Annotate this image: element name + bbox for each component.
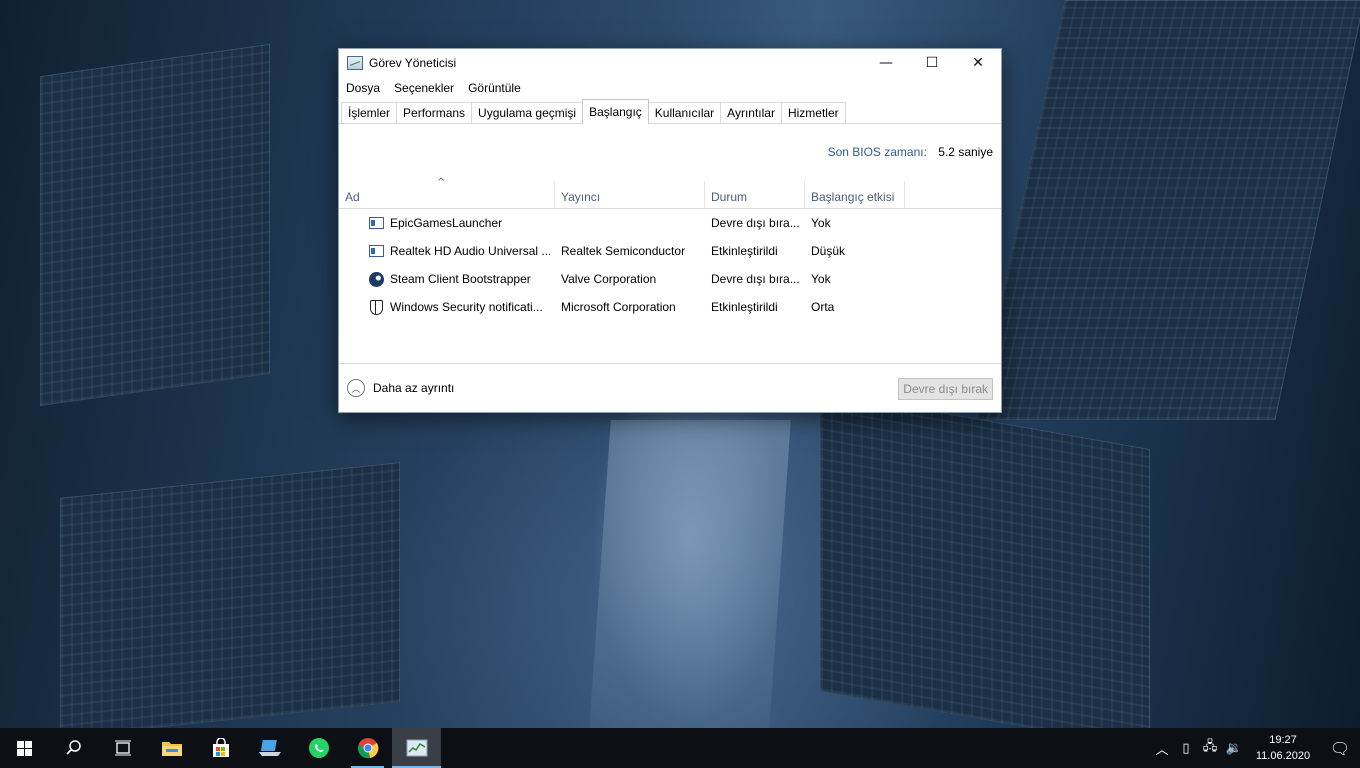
column-publisher[interactable]: Yayıncı bbox=[555, 181, 705, 209]
column-header-row: ^ Ad Yayıncı Durum Başlangıç etkisi bbox=[339, 177, 1001, 209]
file-explorer-button[interactable] bbox=[147, 728, 196, 768]
row-status: Etkinleştirildi bbox=[711, 244, 778, 258]
search-icon bbox=[65, 740, 81, 755]
row-name: Windows Security notificati... bbox=[390, 300, 543, 314]
bios-time-value: 5.2 saniye bbox=[938, 145, 993, 159]
row-publisher: Realtek Semiconductor bbox=[561, 244, 686, 258]
menu-file[interactable]: Dosya bbox=[339, 81, 387, 95]
tab-services[interactable]: Hizmetler bbox=[780, 102, 846, 123]
whatsapp-button[interactable] bbox=[294, 728, 343, 768]
steam-icon bbox=[368, 271, 384, 287]
task-view-icon bbox=[114, 740, 131, 756]
row-name: Steam Client Bootstrapper bbox=[390, 272, 531, 286]
app-window-icon bbox=[368, 215, 384, 231]
fewer-details-label: Daha az ayrıntı bbox=[373, 381, 455, 395]
bios-time: Son BIOS zamanı: 5.2 saniye bbox=[828, 145, 993, 159]
microsoft-store-icon bbox=[212, 738, 229, 757]
start-button[interactable] bbox=[0, 728, 49, 768]
tablet-icon[interactable]: ▯ bbox=[1174, 741, 1198, 756]
volume-icon[interactable]: 🔉 bbox=[1222, 741, 1246, 756]
table-row[interactable]: Realtek HD Audio Universal ... Realtek S… bbox=[339, 237, 1001, 265]
shield-icon bbox=[368, 299, 384, 315]
tab-app-history[interactable]: Uygulama geçmişi bbox=[471, 102, 584, 123]
column-startup-impact[interactable]: Başlangıç etkisi bbox=[805, 181, 905, 209]
task-manager-window: Görev Yöneticisi — ☐ ✕ Dosya Seçenekler … bbox=[338, 48, 1002, 413]
maximize-button[interactable]: ☐ bbox=[909, 49, 955, 77]
row-status: Devre dışı bıra... bbox=[711, 272, 800, 286]
laptop-icon bbox=[258, 740, 281, 756]
row-status: Etkinleştirildi bbox=[711, 300, 778, 314]
tab-processes[interactable]: İşlemler bbox=[341, 102, 398, 123]
tab-strip: İşlemler Performans Uygulama geçmişi Baş… bbox=[339, 99, 1001, 124]
startup-list: EpicGamesLauncher Devre dışı bıra... Yok… bbox=[339, 209, 1001, 321]
tab-users[interactable]: Kullanıcılar bbox=[647, 102, 722, 123]
chevron-up-icon[interactable]: ︿ bbox=[1150, 739, 1174, 758]
row-impact: Yok bbox=[811, 216, 831, 230]
minimize-button[interactable]: — bbox=[863, 49, 909, 77]
clock[interactable]: 19:27 11.06.2020 bbox=[1246, 732, 1320, 764]
row-impact: Düşük bbox=[811, 244, 846, 258]
notification-icon[interactable]: 🗨 bbox=[1320, 739, 1360, 758]
menu-view[interactable]: Görüntüle bbox=[461, 81, 528, 95]
network-icon[interactable]: 🖧 bbox=[1198, 737, 1222, 759]
wallpaper-street bbox=[589, 420, 791, 730]
task-view-button[interactable] bbox=[98, 728, 147, 768]
laptop-app-button[interactable] bbox=[245, 728, 294, 768]
row-impact: Orta bbox=[811, 300, 835, 314]
footer-bar: ︿ Daha az ayrıntı Devre dışı bırak bbox=[339, 363, 1001, 412]
tab-details[interactable]: Ayrıntılar bbox=[720, 102, 782, 123]
store-button[interactable] bbox=[196, 728, 245, 768]
row-publisher: Microsoft Corporation bbox=[561, 300, 676, 314]
bios-time-label: Son BIOS zamanı: bbox=[827, 145, 927, 159]
row-name: EpicGamesLauncher bbox=[390, 216, 503, 230]
disable-button[interactable]: Devre dışı bırak bbox=[898, 378, 993, 400]
menu-options[interactable]: Seçenekler bbox=[387, 81, 461, 95]
table-row[interactable]: Steam Client Bootstrapper Valve Corporat… bbox=[339, 265, 1001, 293]
window-title: Görev Yöneticisi bbox=[369, 56, 457, 70]
chrome-icon bbox=[357, 738, 378, 759]
clock-time: 19:27 bbox=[1269, 734, 1297, 746]
row-publisher: Valve Corporation bbox=[561, 272, 657, 286]
chevron-up-icon: ︿ bbox=[347, 379, 365, 397]
menu-bar: Dosya Seçenekler Görüntüle bbox=[339, 77, 1001, 99]
windows-logo-icon bbox=[17, 740, 32, 756]
row-impact: Yok bbox=[811, 272, 831, 286]
file-explorer-icon bbox=[161, 742, 182, 756]
taskbar: ︿ ▯ 🖧 🔉 19:27 11.06.2020 🗨 bbox=[0, 728, 1360, 768]
title-bar[interactable]: Görev Yöneticisi — ☐ ✕ bbox=[339, 49, 1001, 77]
task-manager-taskbar-button[interactable] bbox=[392, 728, 441, 768]
column-status[interactable]: Durum bbox=[705, 181, 805, 209]
task-manager-icon bbox=[406, 739, 427, 757]
wallpaper-building bbox=[60, 462, 400, 738]
app-window-icon bbox=[368, 243, 384, 259]
row-status: Devre dışı bıra... bbox=[711, 216, 800, 230]
column-name[interactable]: Ad bbox=[339, 181, 555, 209]
row-name: Realtek HD Audio Universal ... bbox=[390, 244, 550, 258]
wallpaper-building bbox=[820, 390, 1150, 750]
search-button[interactable] bbox=[49, 728, 98, 768]
wallpaper-building bbox=[975, 0, 1360, 420]
table-row[interactable]: EpicGamesLauncher Devre dışı bıra... Yok bbox=[339, 209, 1001, 237]
fewer-details-button[interactable]: ︿ Daha az ayrıntı bbox=[347, 379, 454, 397]
table-row[interactable]: Windows Security notificati... Microsoft… bbox=[339, 293, 1001, 321]
tab-performance[interactable]: Performans bbox=[396, 102, 473, 123]
chrome-button[interactable] bbox=[343, 728, 392, 768]
task-manager-icon bbox=[347, 56, 363, 70]
wallpaper-building bbox=[40, 43, 270, 407]
whatsapp-icon bbox=[308, 738, 329, 758]
close-button[interactable]: ✕ bbox=[955, 49, 1001, 77]
system-tray: ︿ ▯ 🖧 🔉 19:27 11.06.2020 🗨 bbox=[1150, 728, 1360, 768]
clock-date: 11.06.2020 bbox=[1255, 750, 1311, 762]
tab-startup[interactable]: Başlangıç bbox=[582, 99, 649, 124]
